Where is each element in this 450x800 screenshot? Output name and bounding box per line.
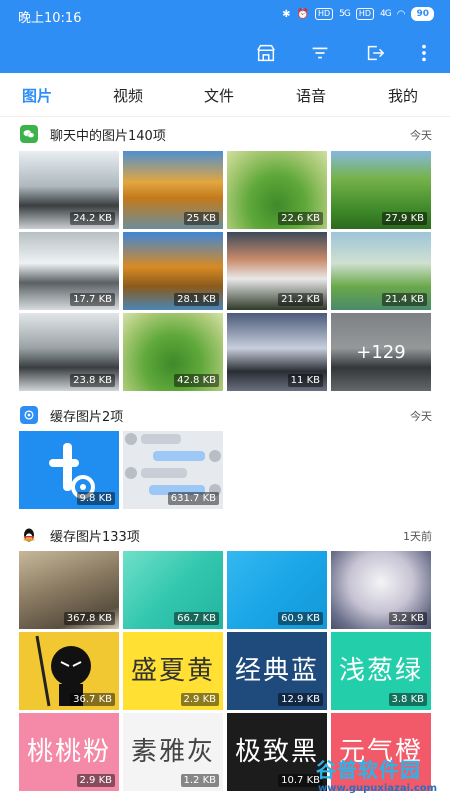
file-size: 27.9 KB: [382, 212, 427, 225]
tab-images[interactable]: 图片: [22, 85, 52, 106]
more-menu-button[interactable]: [411, 40, 437, 66]
status-bar: 晚上10:16 ✱ ⏰ HD 5G HD 4G ◠ 90: [0, 0, 450, 30]
section-header-chat-images[interactable]: 聊天中的图片140项 今天: [0, 117, 450, 151]
file-size: 21.2 KB: [278, 293, 323, 306]
image-thumbnail[interactable]: 浅葱绿 3.8 KB: [331, 632, 431, 710]
file-size: 12.9 KB: [278, 693, 323, 706]
file-size: 3.8 KB: [388, 693, 427, 706]
image-thumbnail[interactable]: 631.7 KB: [123, 431, 223, 509]
image-thumbnail[interactable]: 盛夏黄 2.9 KB: [123, 632, 223, 710]
image-thumbnail[interactable]: 经典蓝 12.9 KB: [227, 632, 327, 710]
file-size: 60.9 KB: [278, 612, 323, 625]
app-header: 晚上10:16 ✱ ⏰ HD 5G HD 4G ◠ 90: [0, 0, 450, 73]
signal-4g-icon: 4G: [380, 9, 392, 19]
image-thumbnail[interactable]: 36.7 KB: [19, 632, 119, 710]
file-size: 28.1 KB: [174, 293, 219, 306]
bluetooth-icon: ✱: [282, 8, 291, 20]
image-thumbnail[interactable]: 11 KB: [227, 313, 327, 391]
export-button[interactable]: [362, 40, 388, 66]
image-thumbnail[interactable]: 素雅灰 1.2 KB: [123, 713, 223, 791]
file-size: 631.7 KB: [167, 492, 219, 505]
section-time: 今天: [410, 410, 432, 423]
filter-button[interactable]: [307, 40, 333, 66]
file-size: 11 KB: [287, 374, 323, 387]
store-icon: [257, 44, 275, 62]
file-size: 25 KB: [183, 212, 219, 225]
hd-badge-2: HD: [355, 8, 375, 20]
tab-voice[interactable]: 语音: [296, 85, 326, 106]
file-size: 36.7 KB: [70, 693, 115, 706]
more-vertical-icon: [422, 44, 426, 62]
watermark-url: www.gupuxiazai.com: [318, 783, 438, 794]
image-thumbnail[interactable]: 17.7 KB: [19, 232, 119, 310]
section-title: 缓存图片2项: [50, 410, 124, 425]
image-thumbnail[interactable]: 42.8 KB: [123, 313, 223, 391]
file-size: 17.7 KB: [70, 293, 115, 306]
file-size: 23.8 KB: [70, 374, 115, 387]
battery-indicator: 90: [411, 7, 434, 21]
more-count: +129: [331, 313, 431, 391]
image-thumbnail[interactable]: 桃桃粉 2.9 KB: [19, 713, 119, 791]
file-size: 3.2 KB: [388, 612, 427, 625]
wifi-icon: ◠: [396, 8, 406, 20]
filter-icon: [312, 47, 328, 59]
file-size: 9.8 KB: [76, 492, 115, 505]
image-thumbnail[interactable]: 28.1 KB: [123, 232, 223, 310]
image-thumbnail[interactable]: 25 KB: [123, 151, 223, 229]
file-size: 2.9 KB: [76, 774, 115, 787]
image-thumbnail[interactable]: 367.8 KB: [19, 551, 119, 629]
image-thumbnail[interactable]: 27.9 KB: [331, 151, 431, 229]
file-size: 367.8 KB: [63, 612, 115, 625]
wechat-icon: [20, 125, 38, 143]
image-thumbnail[interactable]: 66.7 KB: [123, 551, 223, 629]
image-thumbnail[interactable]: 9.8 KB: [19, 431, 119, 509]
tab-files[interactable]: 文件: [204, 85, 234, 106]
image-thumbnail[interactable]: 21.2 KB: [227, 232, 327, 310]
image-thumbnail[interactable]: 24.2 KB: [19, 151, 119, 229]
status-icons: ✱ ⏰ HD 5G HD 4G ◠ 90: [282, 7, 434, 21]
image-thumbnail[interactable]: 21.4 KB: [331, 232, 431, 310]
section-title: 聊天中的图片140项: [50, 129, 166, 144]
tab-videos[interactable]: 视频: [113, 85, 143, 106]
file-size: 21.4 KB: [382, 293, 427, 306]
image-thumbnail[interactable]: 60.9 KB: [227, 551, 327, 629]
export-icon: [367, 45, 385, 61]
file-size: 22.6 KB: [278, 212, 323, 225]
category-tabs: 图片 视频 文件 语音 我的: [0, 73, 450, 117]
image-thumbnail[interactable]: 3.2 KB: [331, 551, 431, 629]
watermark: 谷普软件园 www.gupuxiazai.com: [312, 754, 450, 800]
section-title: 缓存图片133项: [50, 530, 140, 545]
file-size: 1.2 KB: [180, 774, 219, 787]
section-header-cache-133[interactable]: 缓存图片133项 1天前: [0, 518, 450, 552]
section-header-cache-2[interactable]: 缓存图片2项 今天: [0, 398, 450, 432]
file-size: 66.7 KB: [174, 612, 219, 625]
image-thumbnail[interactable]: 23.8 KB: [19, 313, 119, 391]
signal-5g-icon: 5G: [339, 9, 351, 19]
file-size: 2.9 KB: [180, 693, 219, 706]
image-grid-cache-2: 9.8 KB 631.7 KB: [19, 431, 431, 509]
image-grid-chat: 24.2 KB 25 KB 22.6 KB 27.9 KB 17.7 KB 28…: [19, 151, 431, 391]
app-icon: [20, 406, 38, 424]
section-time: 1天前: [403, 530, 432, 543]
section-time: 今天: [410, 129, 432, 142]
image-thumbnail[interactable]: 22.6 KB: [227, 151, 327, 229]
tab-mine[interactable]: 我的: [388, 85, 418, 106]
hd-badge: HD: [314, 8, 334, 20]
file-size: 42.8 KB: [174, 374, 219, 387]
qq-penguin-icon: [20, 526, 38, 544]
more-images-tile[interactable]: +129: [331, 313, 431, 391]
alarm-icon: ⏰: [296, 8, 309, 20]
status-time: 晚上10:16: [18, 11, 82, 26]
file-size: 24.2 KB: [70, 212, 115, 225]
watermark-title: 谷普软件园: [316, 758, 421, 782]
store-button[interactable]: [253, 40, 279, 66]
